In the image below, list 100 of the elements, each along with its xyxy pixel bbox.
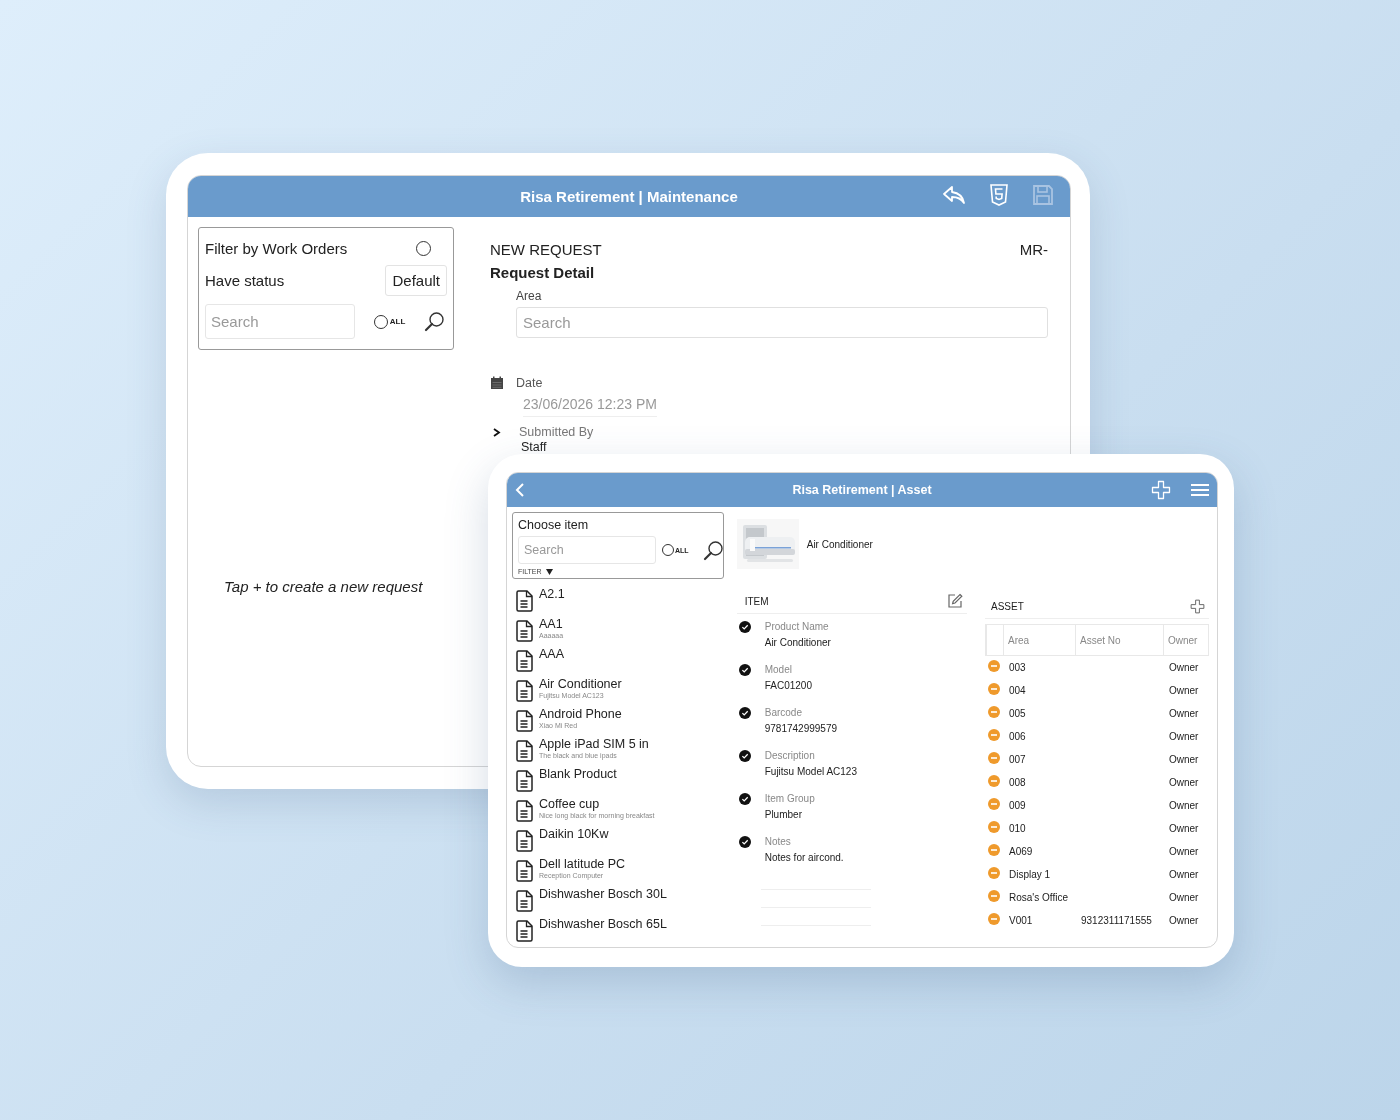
- list-item[interactable]: Dishwasher Bosch 30L: [512, 887, 725, 912]
- filter-label: Filter by Work Orders: [205, 240, 348, 257]
- remove-icon[interactable]: [988, 728, 1000, 741]
- table-cell-text: Owner: [1168, 846, 1200, 857]
- add-icon[interactable]: [1190, 599, 1205, 614]
- document-icon: [515, 620, 533, 642]
- section-title: ITEM: [744, 595, 769, 607]
- field-label: Model: [764, 664, 793, 675]
- menu-icon[interactable]: [1191, 483, 1209, 497]
- remove-icon[interactable]: [988, 820, 1000, 833]
- field-value: FAC01200: [764, 680, 812, 691]
- table-cell-text: Owner: [1168, 823, 1200, 834]
- search-field[interactable]: Search: [518, 536, 656, 564]
- table-cell-text: 005: [1008, 708, 1027, 719]
- field-value: 9781742999579: [764, 723, 838, 734]
- table-cell-text: Owner: [1168, 869, 1200, 880]
- table-cell-text: Owner: [1168, 754, 1200, 765]
- reply-icon[interactable]: [942, 184, 966, 206]
- remove-icon[interactable]: [988, 843, 1000, 856]
- table-cell-text: Owner: [1168, 662, 1200, 673]
- table-cell-text: A069: [1008, 846, 1034, 857]
- list-item[interactable]: Blank Product: [512, 767, 725, 792]
- field-value: Air Conditioner: [764, 637, 831, 648]
- list-item[interactable]: AAA: [512, 647, 725, 672]
- list-item[interactable]: Daikin 10Kw: [512, 827, 725, 852]
- field-value: Notes for aircond.: [764, 852, 844, 863]
- all-label: ALL: [389, 317, 406, 326]
- date-label: Date: [516, 376, 544, 390]
- check-circle-icon: [738, 750, 751, 762]
- area-label: Area: [516, 289, 543, 303]
- remove-icon[interactable]: [988, 705, 1000, 718]
- remove-icon[interactable]: [988, 866, 1000, 879]
- status-label: Have status: [205, 272, 285, 289]
- chooser-label: Choose item: [518, 518, 590, 532]
- column-header: Owner: [1163, 625, 1207, 655]
- table-cell-text: Owner: [1168, 800, 1200, 811]
- remove-icon[interactable]: [988, 797, 1000, 810]
- document-icon: [515, 920, 533, 942]
- submitted-value: Staff: [521, 440, 548, 454]
- field-label: Product Name: [764, 621, 830, 632]
- shield-icon[interactable]: [990, 184, 1008, 206]
- save-icon[interactable]: [1032, 184, 1054, 206]
- table-cell-text: Owner: [1168, 777, 1200, 788]
- check-circle-icon: [738, 664, 751, 676]
- remove-icon[interactable]: [988, 682, 1000, 695]
- field-label: Item Group: [764, 793, 815, 804]
- remove-icon[interactable]: [988, 774, 1000, 787]
- remove-icon[interactable]: [988, 751, 1000, 764]
- table-cell-text: 004: [1008, 685, 1027, 696]
- column-header: Area: [1003, 625, 1075, 655]
- field-value: Plumber: [764, 809, 803, 820]
- search-field[interactable]: Search: [205, 304, 355, 339]
- table-cell-text: 007: [1008, 754, 1027, 765]
- table-cell-text: 008: [1008, 777, 1027, 788]
- document-icon: [515, 770, 533, 792]
- document-icon: [515, 740, 533, 762]
- table-cell-text: Rosa's Office: [1008, 892, 1069, 903]
- request-heading: NEW REQUEST: [490, 241, 602, 258]
- table-cell-text: 003: [1008, 662, 1027, 673]
- search-icon[interactable]: [424, 311, 445, 332]
- status-dropdown[interactable]: Default: [385, 265, 447, 296]
- field-label: Barcode: [764, 707, 803, 718]
- field-value: Fujitsu Model AC123: [764, 766, 857, 777]
- remove-icon[interactable]: [988, 889, 1000, 902]
- remove-icon[interactable]: [988, 912, 1000, 925]
- submitted-label: Submitted By: [519, 425, 594, 439]
- document-icon: [515, 710, 533, 732]
- request-number: MR-: [1019, 241, 1048, 258]
- field-label: Description: [764, 750, 816, 761]
- caret-icon[interactable]: [545, 568, 553, 575]
- section-title: Request Detail: [490, 264, 596, 281]
- table-cell-text: 006: [1008, 731, 1027, 742]
- section-title: ASSET: [991, 601, 1024, 612]
- table-cell-text: V001: [1008, 915, 1034, 926]
- document-icon: [515, 590, 533, 612]
- table-cell: 9312311171555: [1081, 915, 1152, 926]
- check-circle-icon: [738, 621, 751, 633]
- list-item[interactable]: A2.1: [512, 587, 725, 612]
- document-icon: [515, 650, 533, 672]
- window-title: Risa Retirement | Asset: [792, 483, 932, 497]
- check-circle-icon: [738, 793, 751, 805]
- check-circle-icon: [738, 836, 751, 848]
- remove-icon[interactable]: [988, 659, 1000, 672]
- document-icon: [515, 800, 533, 822]
- document-icon: [515, 860, 533, 882]
- chevron-right-icon[interactable]: [493, 427, 501, 437]
- table-cell-text: Owner: [1168, 685, 1200, 696]
- table-cell-text: 010: [1008, 823, 1027, 834]
- document-icon: [515, 890, 533, 912]
- list-item[interactable]: Dishwasher Bosch 65L: [512, 917, 725, 942]
- search-icon[interactable]: [702, 539, 724, 561]
- column-header: Asset No: [1075, 625, 1163, 655]
- window-title: Risa Retirement | Maintenance: [520, 188, 738, 205]
- product-name: Air Conditioner: [806, 538, 873, 550]
- empty-hint: Tap + to create a new request: [224, 578, 424, 595]
- edit-icon[interactable]: [947, 593, 963, 609]
- field-label: Notes: [764, 836, 792, 847]
- back-icon[interactable]: [515, 482, 525, 498]
- calendar-icon: [490, 376, 504, 390]
- area-field[interactable]: Search: [516, 307, 1048, 338]
